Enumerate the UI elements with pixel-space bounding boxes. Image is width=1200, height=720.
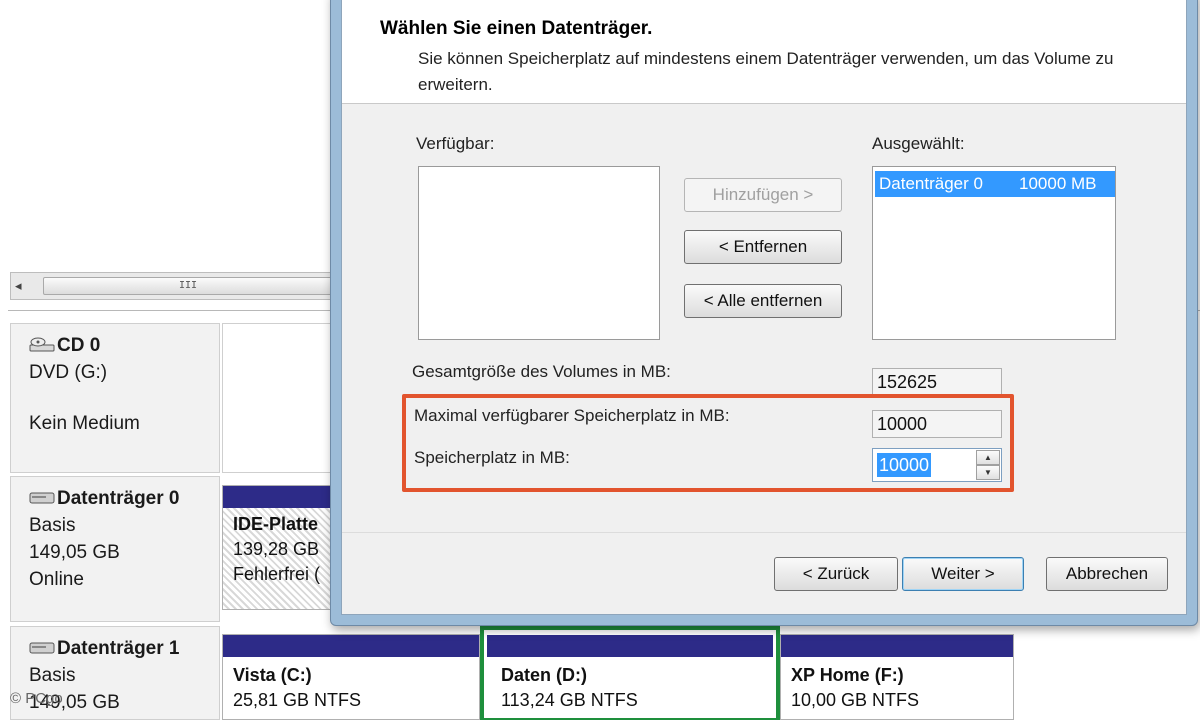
volume-daten-d[interactable]: Daten (D:) 113,24 GB NTFS: [480, 626, 780, 720]
volume-name: Vista (C:): [233, 665, 312, 685]
disk-status: Kein Medium: [29, 413, 140, 434]
volume-size: 10,00 GB NTFS: [791, 690, 920, 710]
volume-size: 113,24 GB NTFS: [501, 690, 638, 710]
volume-size: 139,28 GB: [233, 539, 320, 559]
disk-label-cd0[interactable]: CD 0 DVD (G:) Kein Medium: [10, 323, 220, 473]
volume-bar: [223, 635, 479, 657]
cd-drive-icon: [29, 337, 55, 352]
volume-bar: [487, 635, 773, 657]
back-button[interactable]: < Zurück: [774, 557, 898, 591]
volume-bar: [223, 486, 331, 508]
disk-title: CD 0: [57, 335, 101, 356]
scroll-left-arrow-icon[interactable]: ◂: [15, 278, 22, 294]
wizard-header: Wählen Sie einen Datenträger. Sie können…: [342, 0, 1186, 104]
volume-bar: [781, 635, 1013, 657]
disk-type: Basis: [29, 515, 76, 536]
footer-divider: [342, 532, 1186, 533]
disk-type: Basis: [29, 665, 76, 686]
hard-disk-icon: [29, 642, 55, 654]
volume-name: XP Home (F:): [791, 665, 904, 685]
space-spinbox[interactable]: 10000 ▲ ▼: [872, 448, 1002, 482]
volume-name: IDE-Platte: [233, 514, 319, 534]
watermark: © PCgo: [10, 690, 63, 707]
space-value[interactable]: 10000: [877, 453, 932, 477]
cancel-button[interactable]: Abbrechen: [1046, 557, 1168, 591]
volume-status: Fehlerfrei (: [233, 564, 321, 584]
spin-up-icon[interactable]: ▲: [976, 450, 1000, 465]
volume-ide-platte[interactable]: IDE-Platte 139,28 GB Fehlerfrei (: [222, 485, 332, 610]
selected-label: Ausgewählt:: [872, 134, 965, 153]
disk-title: Datenträger 0: [57, 488, 180, 509]
spin-down-icon[interactable]: ▼: [976, 465, 1000, 480]
available-label: Verfügbar:: [416, 134, 495, 153]
hard-disk-icon: [29, 492, 55, 504]
selected-list-item[interactable]: Datenträger 0 10000 MB: [875, 171, 1115, 197]
next-button[interactable]: Weiter >: [902, 557, 1024, 591]
scroll-thumb[interactable]: III: [43, 277, 333, 295]
max-space-label: Maximal verfügbarer Speicherplatz in MB:: [414, 406, 730, 425]
selected-disk-name: Datenträger 0: [879, 174, 983, 193]
extend-volume-wizard: Wählen Sie einen Datenträger. Sie können…: [330, 0, 1198, 626]
disk-type: DVD (G:): [29, 362, 108, 383]
disk-label-disk0[interactable]: Datenträger 0 Basis 149,05 GB Online: [10, 476, 220, 622]
total-size-field: 152625: [872, 368, 1002, 396]
disk-size: 149,05 GB: [29, 542, 120, 563]
remove-all-button[interactable]: < Alle entfernen: [684, 284, 842, 318]
volume-xp-home-f[interactable]: XP Home (F:) 10,00 GB NTFS: [780, 634, 1014, 720]
disk-status: Online: [29, 569, 84, 590]
volume-size: 25,81 GB NTFS: [233, 690, 362, 710]
remove-button[interactable]: < Entfernen: [684, 230, 842, 264]
space-label: Speicherplatz in MB:: [414, 448, 570, 467]
total-size-label: Gesamtgröße des Volumes in MB:: [412, 362, 671, 381]
wizard-title: Wählen Sie einen Datenträger.: [380, 18, 653, 39]
available-listbox[interactable]: [418, 166, 660, 340]
wizard-body: Wählen Sie einen Datenträger. Sie können…: [341, 0, 1187, 615]
spin-arrows[interactable]: ▲ ▼: [976, 450, 1000, 480]
disk-title: Datenträger 1: [57, 638, 180, 659]
add-button[interactable]: Hinzufügen >: [684, 178, 842, 212]
horizontal-scrollbar[interactable]: ◂ III: [10, 272, 335, 300]
volume-vista-c[interactable]: Vista (C:) 25,81 GB NTFS: [222, 634, 480, 720]
selected-disk-size: 10000 MB: [1019, 174, 1097, 193]
cd-empty-area: [222, 323, 332, 473]
wizard-subtitle: Sie können Speicherplatz auf mindestens …: [418, 49, 1114, 94]
volume-list-pane: [8, 0, 338, 272]
volume-name: Daten (D:): [501, 665, 587, 685]
max-space-field: 10000: [872, 410, 1002, 438]
selected-listbox[interactable]: Datenträger 0 10000 MB: [872, 166, 1116, 340]
